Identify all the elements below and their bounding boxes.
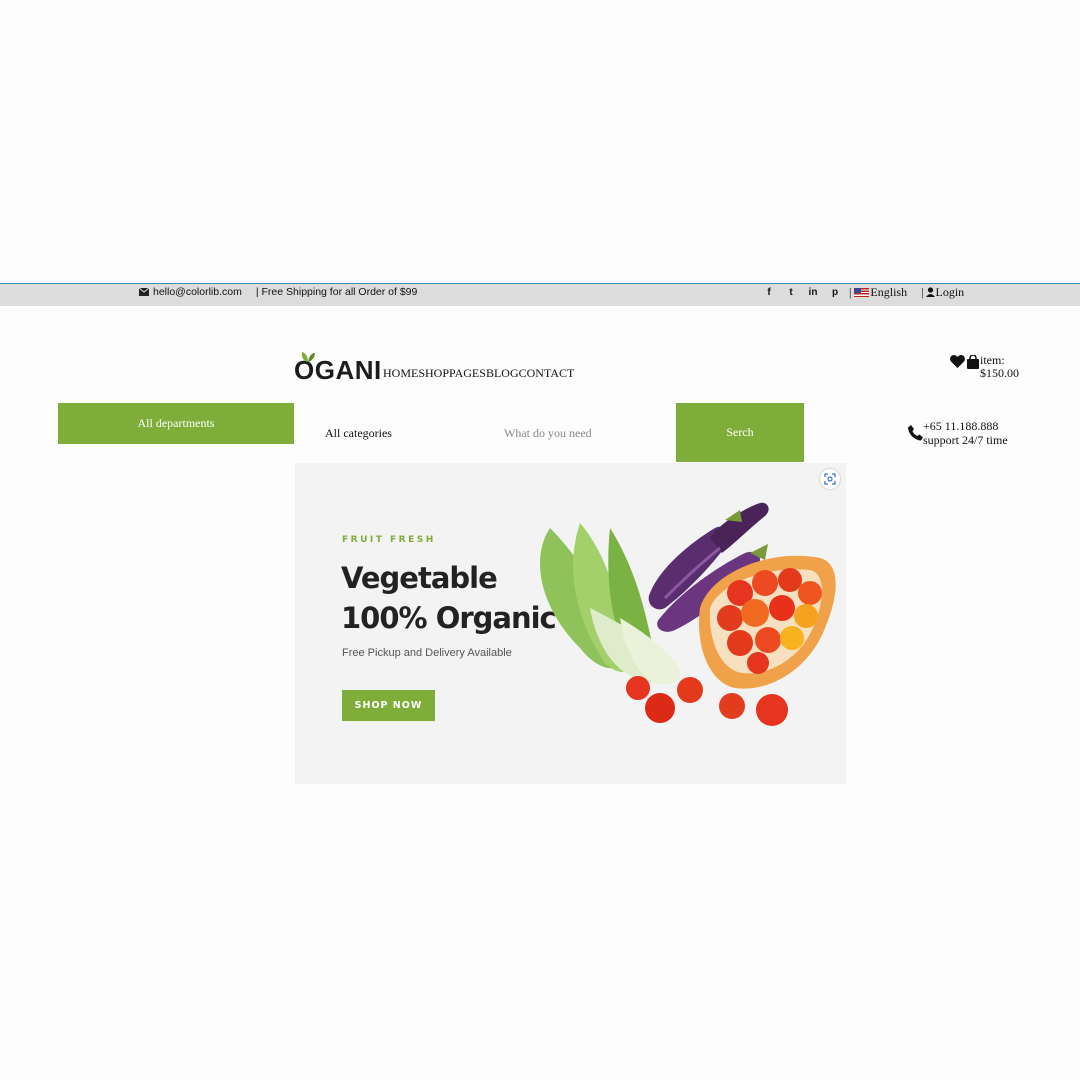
all-departments-label: All departments	[137, 416, 215, 430]
hero-tag: FRUIT FRESH	[342, 535, 436, 545]
phone-icon	[908, 425, 923, 441]
categories-select[interactable]: All categories	[325, 426, 392, 441]
vegetables-image	[540, 502, 836, 726]
divider: |	[849, 284, 852, 299]
visual-search-icon	[824, 473, 836, 485]
cart-total: $150.00	[980, 366, 1019, 380]
visual-search-button[interactable]	[820, 469, 840, 489]
login-link[interactable]: Login	[935, 285, 964, 300]
nav-home[interactable]: HOME	[383, 366, 418, 381]
phone-number[interactable]: +65 11.188.888	[923, 419, 1008, 433]
linkedin-icon[interactable]: in	[802, 287, 824, 298]
email-link[interactable]: hello@colorlib.com	[153, 286, 242, 298]
free-shipping-text: | Free Shipping for all Order of $99	[255, 286, 418, 298]
support-text: support 24/7 time	[923, 433, 1008, 447]
cart-summary: item: $150.00	[950, 354, 1019, 380]
phone-contact: +65 11.188.888 support 24/7 time	[908, 419, 1008, 447]
top-bar-right: f t in p | English | Login	[758, 285, 964, 299]
leaf-icon	[301, 352, 315, 362]
cart-text: item: $150.00	[980, 354, 1019, 380]
user-icon	[926, 287, 936, 297]
search-button[interactable]: Serch	[676, 403, 804, 462]
facebook-icon[interactable]: f	[758, 287, 780, 298]
nav-shop[interactable]: SHOP	[418, 366, 449, 381]
shop-now-button[interactable]: SHOP NOW	[342, 690, 435, 721]
bag-icon[interactable]	[966, 355, 980, 369]
nav-blog[interactable]: BLOG	[486, 366, 519, 381]
divider: |	[921, 284, 924, 299]
search-button-label: Serch	[726, 425, 754, 439]
nav-contact[interactable]: CONTACT	[519, 366, 575, 381]
language-selector[interactable]: English	[870, 285, 907, 300]
heart-icon[interactable]	[950, 355, 965, 368]
pinterest-icon[interactable]: p	[824, 287, 846, 298]
search-input[interactable]	[490, 424, 679, 442]
nav-pages[interactable]: PAGES	[449, 366, 486, 381]
top-bar-left: hello@colorlib.com | Free Shipping for a…	[139, 285, 417, 299]
envelope-icon	[139, 288, 149, 296]
all-departments-button[interactable]: All departments	[58, 403, 294, 444]
twitter-icon[interactable]: t	[780, 287, 802, 298]
main-nav: HOME SHOP PAGES BLOG CONTACT	[383, 366, 574, 381]
flag-icon	[854, 287, 870, 297]
hero-banner: FRUIT FRESH Vegetable 100% Organic Free …	[295, 463, 846, 784]
logo-text: OGANI	[294, 352, 382, 385]
hero-subtitle: Free Pickup and Delivery Available	[342, 647, 512, 659]
logo[interactable]: OGANI	[294, 352, 382, 385]
